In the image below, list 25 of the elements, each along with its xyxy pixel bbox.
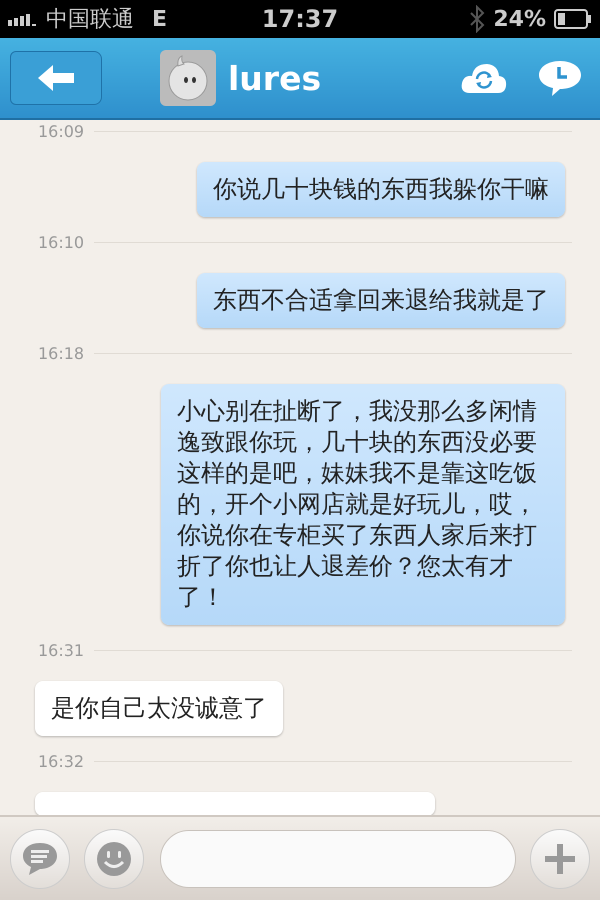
carrier-name: 中国联通 <box>46 6 134 34</box>
chat-bubble-icon <box>21 840 59 876</box>
timestamp: 16:09 <box>38 122 84 140</box>
message-bubble: 是你自己太没诚意了 <box>35 681 283 736</box>
battery-icon <box>554 9 592 29</box>
plus-icon <box>545 844 575 874</box>
smiley-icon <box>96 840 132 876</box>
bluetooth-icon <box>469 5 486 33</box>
timestamp: 16:10 <box>38 232 84 252</box>
back-button[interactable] <box>10 51 102 105</box>
battery-percent: 24% <box>493 6 546 32</box>
cloud-sync-icon[interactable] <box>460 61 508 95</box>
contact-name: lures <box>228 58 322 98</box>
message-bubble: 东西不合适拿回来退给我就是了 <box>197 273 565 328</box>
network-type: E <box>152 6 168 32</box>
timestamp: 16:18 <box>38 344 84 362</box>
back-arrow-icon <box>36 63 76 93</box>
timestamp: 16:31 <box>38 640 84 660</box>
avatar-icon <box>160 50 216 106</box>
clock-bubble-icon[interactable] <box>538 59 582 97</box>
message-bubble: 小心别在扯断了，我没那么多闲情逸致跟你玩，几十块的东西没必要这样的是吧，妹妹我不是靠这吃饭的，开个小网店就是好玩儿，哎，你说你在专柜买了东西人家后来打折了你也让人退差价？您太有才了！ <box>161 384 565 625</box>
clock-time: 17:37 <box>262 5 338 33</box>
timestamp: 16:32 <box>38 752 84 770</box>
signal-icon <box>8 12 38 26</box>
message-bubble: 你说几十块钱的东西我躲你干嘛 <box>197 162 565 217</box>
